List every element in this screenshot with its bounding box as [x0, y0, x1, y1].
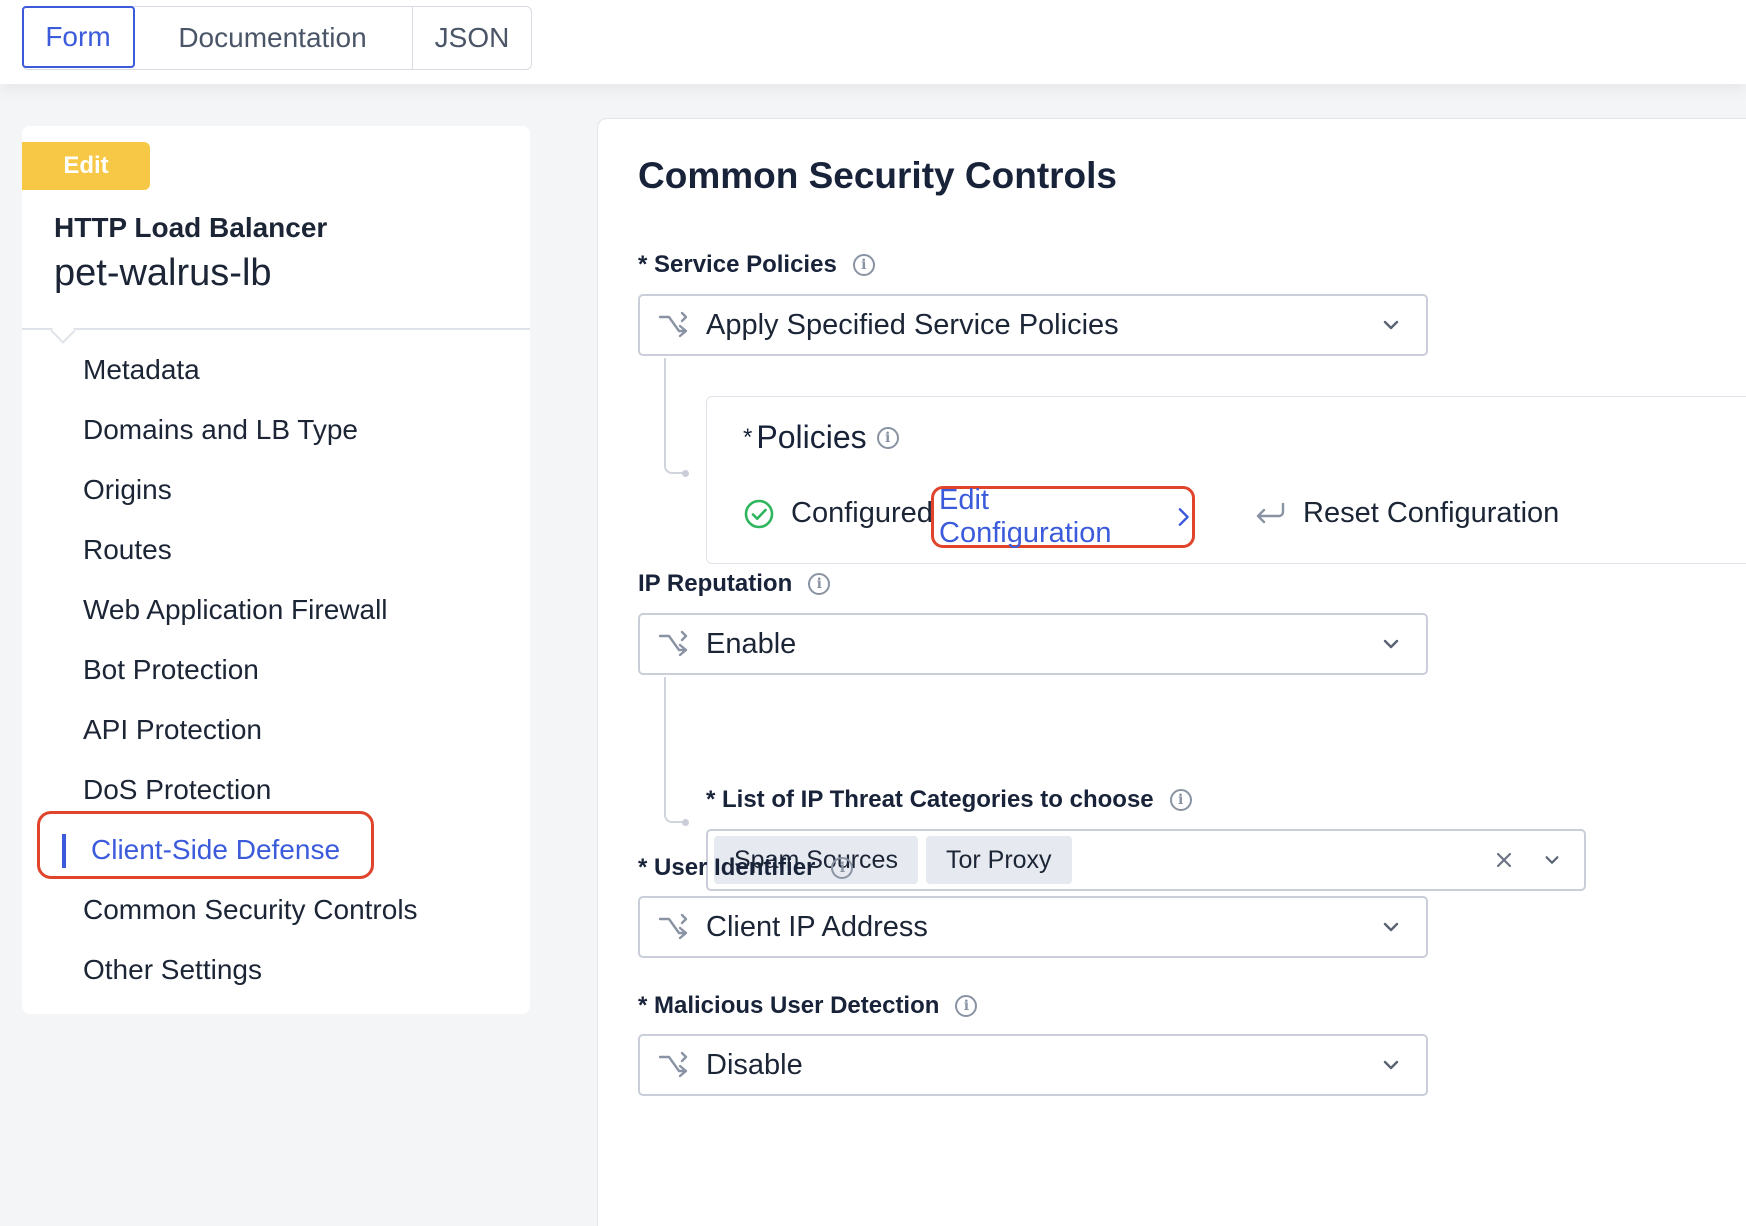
sidebar-item-label: Domains and LB Type	[83, 414, 358, 445]
view-tabs: Form Documentation JSON	[21, 5, 532, 70]
tree-connector-dot	[682, 470, 689, 477]
sidebar-item-routes[interactable]: Routes	[22, 520, 530, 580]
chevron-down-icon	[1383, 320, 1399, 330]
active-indicator	[62, 834, 66, 868]
edit-configuration-link[interactable]: Edit Configuration	[931, 484, 1195, 549]
chevron-down-icon	[1383, 1060, 1399, 1070]
info-icon[interactable]: i	[876, 426, 899, 449]
policies-title-text: Policies	[756, 419, 867, 455]
malicious-user-detection-value: Disable	[706, 1048, 803, 1081]
chevron-right-icon	[1178, 508, 1189, 526]
chip-tor-proxy[interactable]: Tor Proxy	[925, 836, 1072, 884]
sidebar-item-domains[interactable]: Domains and LB Type	[22, 400, 530, 460]
sidebar-item-api-protection[interactable]: API Protection	[22, 700, 530, 760]
object-name: pet-walrus-lb	[54, 252, 272, 294]
info-icon[interactable]: i	[852, 254, 875, 276]
malicious-user-detection-select[interactable]: Disable	[638, 1034, 1428, 1096]
section-nav: Metadata Domains and LB Type Origins Rou…	[22, 340, 530, 1000]
ip-reputation-select[interactable]: Enable	[638, 613, 1428, 675]
info-icon[interactable]: i	[831, 857, 854, 879]
sidebar: Edit HTTP Load Balancer pet-walrus-lb Me…	[22, 126, 530, 1014]
page-title: Common Security Controls	[638, 155, 1117, 196]
tab-form[interactable]: Form	[21, 5, 135, 68]
sidebar-item-client-side-defense[interactable]: Client-Side Defense	[22, 820, 530, 880]
chevron-down-icon	[1383, 639, 1399, 649]
ip-threat-categories-label-text: * List of IP Threat Categories to choose	[706, 786, 1154, 813]
user-identifier-select[interactable]: Client IP Address	[638, 896, 1428, 958]
reset-configuration-label: Reset Configuration	[1303, 497, 1560, 529]
ip-reputation-label: IP Reputation i	[638, 570, 831, 598]
main-panel: Common Security Controls * Service Polic…	[597, 118, 1746, 1226]
edit-badge: Edit	[22, 142, 150, 190]
tab-json[interactable]: JSON	[413, 7, 531, 69]
chevron-down-icon[interactable]	[1542, 850, 1562, 870]
tab-documentation[interactable]: Documentation	[133, 7, 413, 69]
info-icon[interactable]: i	[1169, 789, 1192, 811]
sidebar-item-label: Origins	[83, 474, 172, 505]
malicious-user-detection-label: * Malicious User Detection i	[638, 992, 978, 1020]
ip-reputation-value: Enable	[706, 627, 797, 660]
required-mark: *	[743, 423, 753, 451]
chevron-down-icon	[1383, 922, 1399, 932]
sidebar-item-label: Other Settings	[83, 954, 262, 985]
malicious-user-detection-label-text: * Malicious User Detection	[638, 992, 940, 1019]
sidebar-item-label: Metadata	[83, 354, 200, 385]
sidebar-item-label: Client-Side Defense	[91, 834, 341, 865]
sidebar-item-bot-protection[interactable]: Bot Protection	[22, 640, 530, 700]
configured-status: Configured	[743, 497, 933, 530]
ip-threat-categories-label: * List of IP Threat Categories to choose…	[706, 786, 1192, 814]
user-identifier-label-text: * User Identifier	[638, 854, 816, 881]
sidebar-divider	[22, 328, 530, 330]
service-policies-select[interactable]: Apply Specified Service Policies	[638, 294, 1428, 356]
sidebar-item-common-security-controls[interactable]: Common Security Controls	[22, 880, 530, 940]
sidebar-item-label: API Protection	[83, 714, 262, 745]
sidebar-item-label: Routes	[83, 534, 172, 565]
tree-connector	[664, 358, 684, 474]
branch-icon	[658, 1051, 688, 1078]
branch-icon	[658, 311, 688, 338]
ip-reputation-label-text: IP Reputation	[638, 570, 793, 597]
sidebar-item-label: Bot Protection	[83, 654, 259, 685]
sidebar-item-dos-protection[interactable]: DoS Protection	[22, 760, 530, 820]
sidebar-item-other-settings[interactable]: Other Settings	[22, 940, 530, 1000]
branch-icon	[658, 630, 688, 657]
user-identifier-label: * User Identifier i	[638, 854, 854, 882]
sidebar-item-label: Common Security Controls	[83, 894, 418, 925]
configured-text: Configured	[791, 497, 933, 529]
info-icon[interactable]: i	[808, 573, 831, 595]
sidebar-item-waf[interactable]: Web Application Firewall	[22, 580, 530, 640]
tree-connector	[664, 677, 684, 823]
top-bar: Form Documentation JSON	[0, 0, 1746, 84]
sidebar-item-label: Web Application Firewall	[83, 594, 388, 625]
check-circle-icon	[744, 499, 774, 528]
branch-icon	[658, 913, 688, 940]
undo-arrow-icon	[1256, 502, 1285, 523]
object-type: HTTP Load Balancer	[54, 212, 328, 243]
user-identifier-value: Client IP Address	[706, 910, 928, 943]
service-policies-label: * Service Policies i	[638, 251, 875, 279]
policies-section: * Policies i Configured Edit Configurati…	[706, 396, 1746, 564]
sidebar-item-metadata[interactable]: Metadata	[22, 340, 530, 400]
tree-connector-dot	[682, 819, 689, 826]
service-policies-label-text: * Service Policies	[638, 251, 837, 278]
sidebar-item-origins[interactable]: Origins	[22, 460, 530, 520]
service-policies-value: Apply Specified Service Policies	[706, 308, 1119, 341]
sidebar-item-label: DoS Protection	[83, 774, 272, 805]
policies-title: * Policies i	[743, 419, 899, 456]
edit-configuration-label: Edit Configuration	[939, 484, 1112, 549]
close-icon[interactable]	[1494, 850, 1514, 870]
reset-configuration-button[interactable]: Reset Configuration	[1253, 497, 1559, 530]
info-icon[interactable]: i	[955, 995, 978, 1017]
